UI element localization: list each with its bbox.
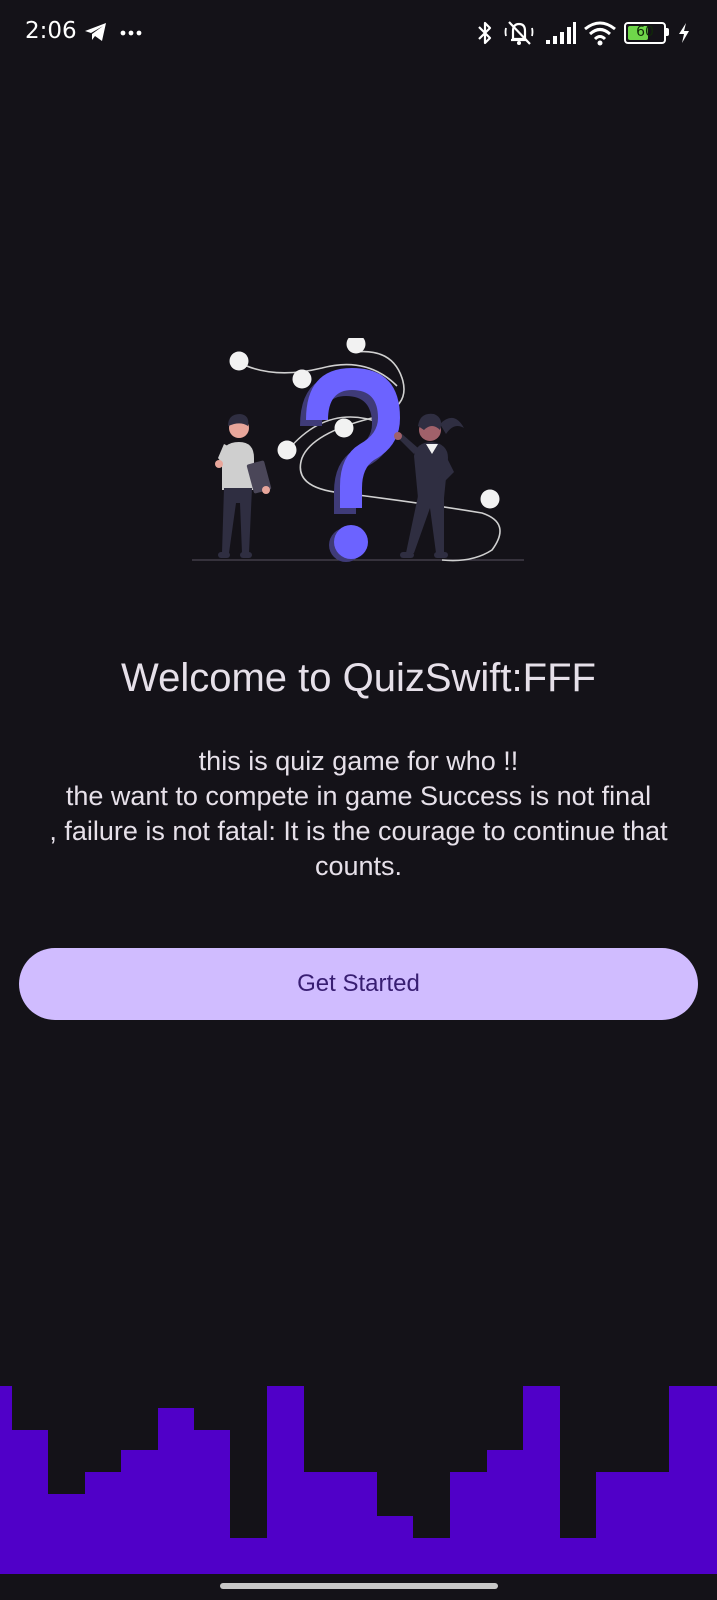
silent-icon: [504, 21, 534, 45]
question-mark-icon: [300, 368, 400, 562]
battery-level: 60: [636, 24, 654, 40]
status-bar: 2:06 60: [0, 0, 717, 66]
skyline-decoration: [0, 1386, 717, 1574]
person-left: [215, 414, 272, 558]
telegram-icon: [85, 23, 106, 41]
description-line: counts.: [314, 851, 403, 881]
description-line: the want to compete in game Success is n…: [65, 781, 652, 811]
get-started-button[interactable]: Get Started: [19, 948, 698, 1020]
wifi-icon: [584, 21, 616, 46]
bluetooth-icon: [478, 21, 492, 45]
person-right: [394, 413, 464, 558]
signal-icon: [546, 22, 576, 44]
description-line: , failure is not fatal: It is the courag…: [49, 816, 668, 846]
description-line: this is quiz game for who !!: [198, 746, 519, 776]
welcome-title: Welcome to QuizSwift:FFF: [121, 656, 596, 700]
welcome-description: this is quiz game for who !! the want to…: [10, 744, 707, 884]
quiz-illustration: [192, 338, 524, 562]
battery-icon: 60: [624, 22, 672, 44]
status-time: 2:06: [25, 18, 77, 44]
charging-icon: [679, 23, 689, 43]
home-indicator[interactable]: [220, 1583, 498, 1589]
more-dots-icon: [120, 30, 142, 36]
